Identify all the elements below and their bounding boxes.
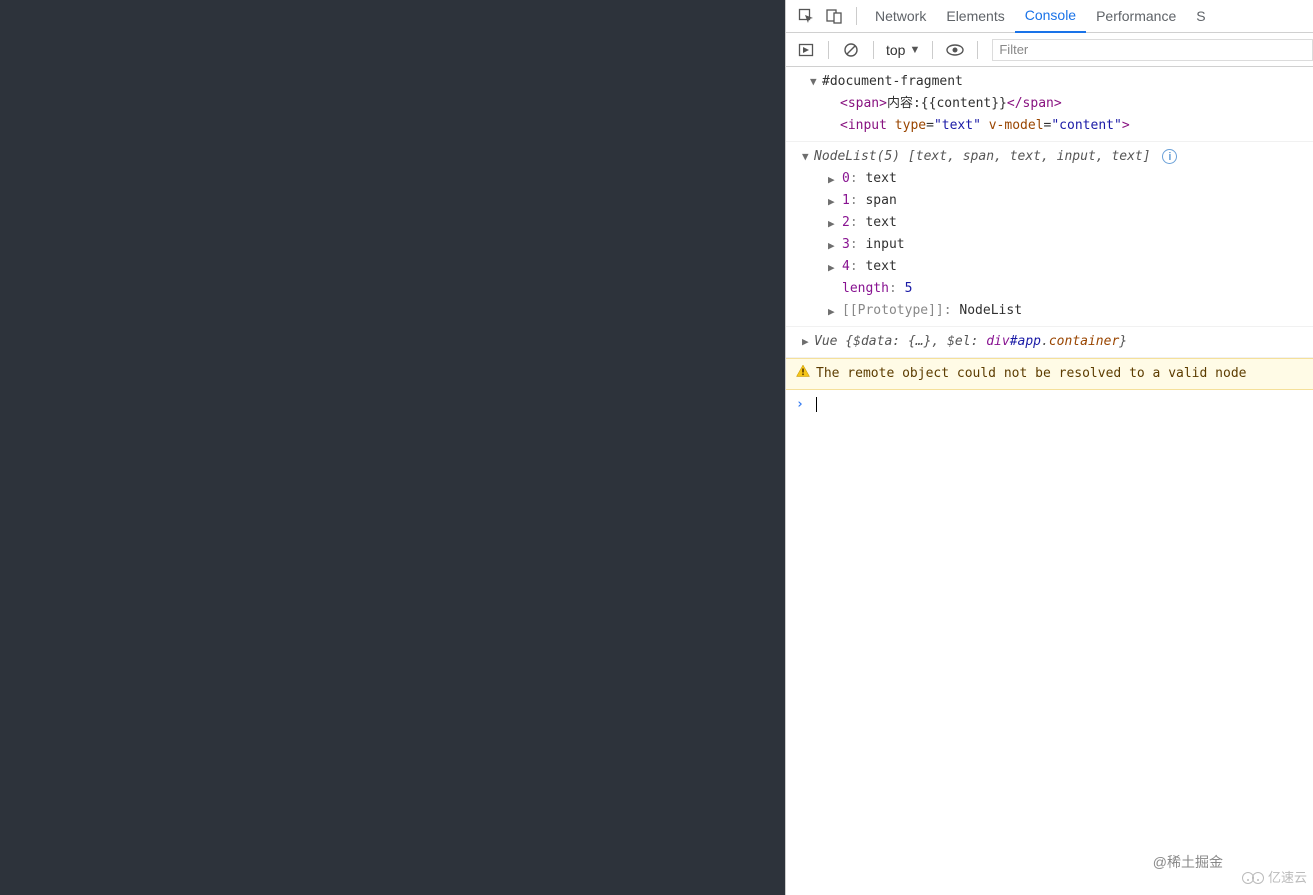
device-toggle-icon[interactable]: [820, 2, 848, 30]
tab-network[interactable]: Network: [865, 0, 936, 33]
context-label: top: [886, 42, 905, 58]
info-icon[interactable]: i: [1162, 149, 1177, 164]
separator: [977, 41, 978, 59]
separator: [932, 41, 933, 59]
separator: [856, 7, 857, 25]
object-name: NodeList(5): [814, 149, 900, 164]
log-document-fragment[interactable]: #document-fragment <span>内容:{{content}}<…: [786, 67, 1313, 142]
log-vue[interactable]: Vue {$data: {…}, $el: div#app.container}: [786, 327, 1313, 358]
context-selector[interactable]: top ▼: [882, 42, 924, 58]
tab-console[interactable]: Console: [1015, 0, 1086, 33]
prompt-chevron-icon: ›: [796, 394, 804, 416]
sidebar-toggle-icon[interactable]: [792, 36, 820, 64]
nodelist-preview: text, span, text, input, text: [916, 149, 1143, 164]
nodelist-entry[interactable]: ▶4: text: [828, 256, 1313, 278]
nodelist-entry[interactable]: ▶2: text: [828, 212, 1313, 234]
nodelist-entry[interactable]: ▶3: input: [828, 234, 1313, 256]
log-nodelist[interactable]: NodeList(5) [text, span, text, input, te…: [786, 142, 1313, 327]
console-output[interactable]: #document-fragment <span>内容:{{content}}<…: [786, 67, 1313, 895]
length-row[interactable]: length: 5: [828, 278, 1313, 300]
page-viewport: [0, 0, 785, 895]
nodelist-entry[interactable]: ▶0: text: [828, 168, 1313, 190]
disclosure-triangle-icon[interactable]: ▶: [828, 257, 835, 279]
separator: [873, 41, 874, 59]
warning-text: The remote object could not be resolved …: [816, 366, 1246, 381]
warning-icon: [796, 364, 810, 378]
child-input[interactable]: <input type="text" v-model="content">: [822, 115, 1313, 137]
disclosure-triangle-icon[interactable]: [802, 331, 809, 353]
chevron-down-icon: ▼: [909, 44, 920, 56]
disclosure-triangle-icon[interactable]: [810, 71, 817, 93]
live-expression-icon[interactable]: [941, 36, 969, 64]
clear-console-icon[interactable]: [837, 36, 865, 64]
child-span[interactable]: <span>内容:{{content}}</span>: [822, 93, 1313, 115]
watermark-juejin: @稀土掘金: [1153, 851, 1223, 873]
separator: [828, 41, 829, 59]
disclosure-triangle-icon[interactable]: ▶: [828, 169, 835, 191]
tab-sources[interactable]: S: [1186, 0, 1215, 33]
inspect-element-icon[interactable]: [792, 2, 820, 30]
tab-performance[interactable]: Performance: [1086, 0, 1186, 33]
node-label: #document-fragment: [822, 74, 963, 89]
object-name: Vue: [814, 334, 837, 349]
disclosure-triangle-icon[interactable]: ▶: [828, 235, 835, 257]
nodelist-entry[interactable]: ▶1: span: [828, 190, 1313, 212]
disclosure-triangle-icon[interactable]: ▶: [828, 191, 835, 213]
devtools-tabbar: Network Elements Console Performance S: [786, 0, 1313, 33]
nodelist-entries: ▶0: text▶1: span▶2: text▶3: input▶4: tex…: [828, 168, 1313, 278]
filter-input[interactable]: [992, 39, 1313, 61]
console-toolbar: top ▼: [786, 33, 1313, 67]
disclosure-triangle-icon[interactable]: [802, 146, 809, 168]
console-warning[interactable]: The remote object could not be resolved …: [786, 358, 1313, 390]
console-prompt[interactable]: ›: [786, 390, 1313, 420]
tab-elements[interactable]: Elements: [936, 0, 1014, 33]
disclosure-triangle-icon[interactable]: ▶: [828, 301, 835, 323]
watermark-yisu: 亿速云: [1242, 867, 1307, 889]
disclosure-triangle-icon[interactable]: ▶: [828, 213, 835, 235]
input-caret: [816, 397, 817, 412]
prototype-row[interactable]: ▶ [[Prototype]]: NodeList: [828, 300, 1313, 322]
devtools-panel: Network Elements Console Performance S t…: [785, 0, 1313, 895]
